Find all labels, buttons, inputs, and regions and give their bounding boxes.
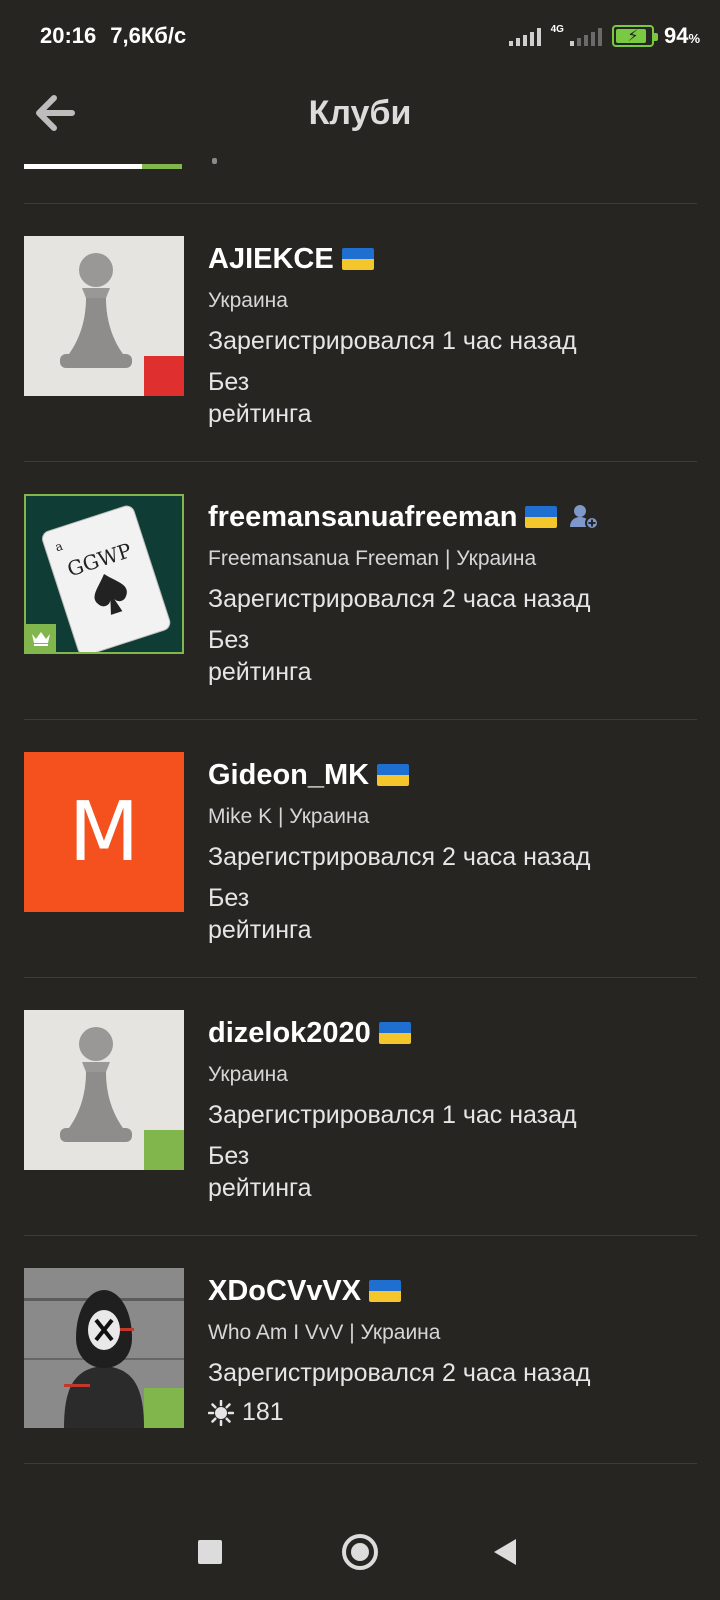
- member-rating-value: 181: [242, 1398, 284, 1426]
- member-row[interactable]: AJIEKCE Украина Зарегистрировался 1 час …: [0, 204, 720, 462]
- system-back-button[interactable]: [494, 1539, 516, 1565]
- home-button[interactable]: [342, 1534, 378, 1570]
- member-username[interactable]: dizelok2020: [208, 1017, 371, 1050]
- member-username[interactable]: freemansanuafreeman: [208, 501, 517, 534]
- avatar[interactable]: GGWP a: [24, 494, 184, 654]
- signal-icon-2: [569, 26, 602, 46]
- member-location: Украина: [208, 289, 288, 312]
- member-username[interactable]: XDoCVvVX: [208, 1275, 361, 1308]
- ukraine-flag-icon: [378, 1022, 411, 1044]
- battery-percent: 94%: [663, 23, 700, 48]
- ukraine-flag-icon: [369, 1280, 402, 1302]
- page-title: Клуби: [308, 93, 412, 132]
- member-row[interactable]: XDoCVvVX Who Am I VvV | Украина Зарегист…: [0, 1236, 720, 1494]
- add-friend-icon[interactable]: [569, 503, 600, 531]
- status-time: 20:16: [40, 23, 97, 48]
- member-username[interactable]: Gideon_MK: [208, 759, 369, 792]
- navigation-bar: [0, 1500, 720, 1600]
- divider: [24, 1463, 697, 1464]
- crown-badge: [26, 624, 56, 652]
- member-joined: Зарегистрировался 2 часа назад: [208, 843, 591, 871]
- recent-apps-button[interactable]: [198, 1540, 222, 1564]
- status-speed: 7,6Кб/с: [110, 23, 187, 48]
- member-joined: Зарегистрировался 1 час назад: [208, 327, 577, 355]
- member-joined: Зарегистрировался 2 часа назад: [208, 585, 591, 613]
- arrow-left-icon: [36, 95, 75, 131]
- online-status-indicator: [144, 1130, 184, 1170]
- avatar[interactable]: [24, 1010, 184, 1170]
- daily-sun-icon: [208, 1399, 234, 1426]
- member-row[interactable]: GGWP a freemansanuafreeman Freemansanua …: [0, 462, 720, 720]
- back-button[interactable]: [30, 88, 80, 138]
- member-rating: Без рейтинга: [208, 1142, 312, 1202]
- member-joined: Зарегистрировался 2 часа назад: [208, 1359, 591, 1387]
- crown-icon: [32, 632, 50, 646]
- member-rating: Без рейтинга: [208, 368, 312, 428]
- avatar[interactable]: M: [24, 752, 184, 912]
- member-username[interactable]: AJIEKCE: [208, 243, 334, 276]
- member-location: Who Am I VvV | Украина: [208, 1321, 441, 1344]
- member-rating: 181: [208, 1398, 700, 1427]
- network-type: 4G: [550, 24, 564, 35]
- signal-icon: [508, 26, 541, 46]
- avatar[interactable]: [24, 236, 184, 396]
- member-rating: Без рейтинга: [208, 626, 312, 686]
- member-location: Украина: [208, 1063, 288, 1086]
- previous-row-status-bar: [24, 164, 182, 169]
- member-rating: Без рейтинга: [208, 884, 312, 944]
- offline-status-indicator: [144, 356, 184, 396]
- app-header: Клуби: [0, 72, 720, 154]
- member-location: Freemansanua Freeman | Украина: [208, 547, 537, 570]
- avatar[interactable]: [24, 1268, 184, 1428]
- status-bar: 20:16 7,6Кб/с 4G ⚡ 94%: [0, 0, 720, 72]
- battery-icon: ⚡: [611, 25, 658, 47]
- online-status-indicator: [144, 1388, 184, 1428]
- member-row[interactable]: dizelok2020 Украина Зарегистрировался 1 …: [0, 978, 720, 1236]
- member-row[interactable]: M Gideon_MK Mike K | Украина Зарегистрир…: [0, 720, 720, 978]
- ukraine-flag-icon: [377, 764, 410, 786]
- previous-row-fragment: [212, 158, 217, 164]
- member-location: Mike K | Украина: [208, 805, 370, 828]
- ukraine-flag-icon: [525, 506, 558, 528]
- avatar-letter: M: [68, 784, 140, 880]
- ukraine-flag-icon: [341, 248, 374, 270]
- member-joined: Зарегистрировался 1 час назад: [208, 1101, 577, 1129]
